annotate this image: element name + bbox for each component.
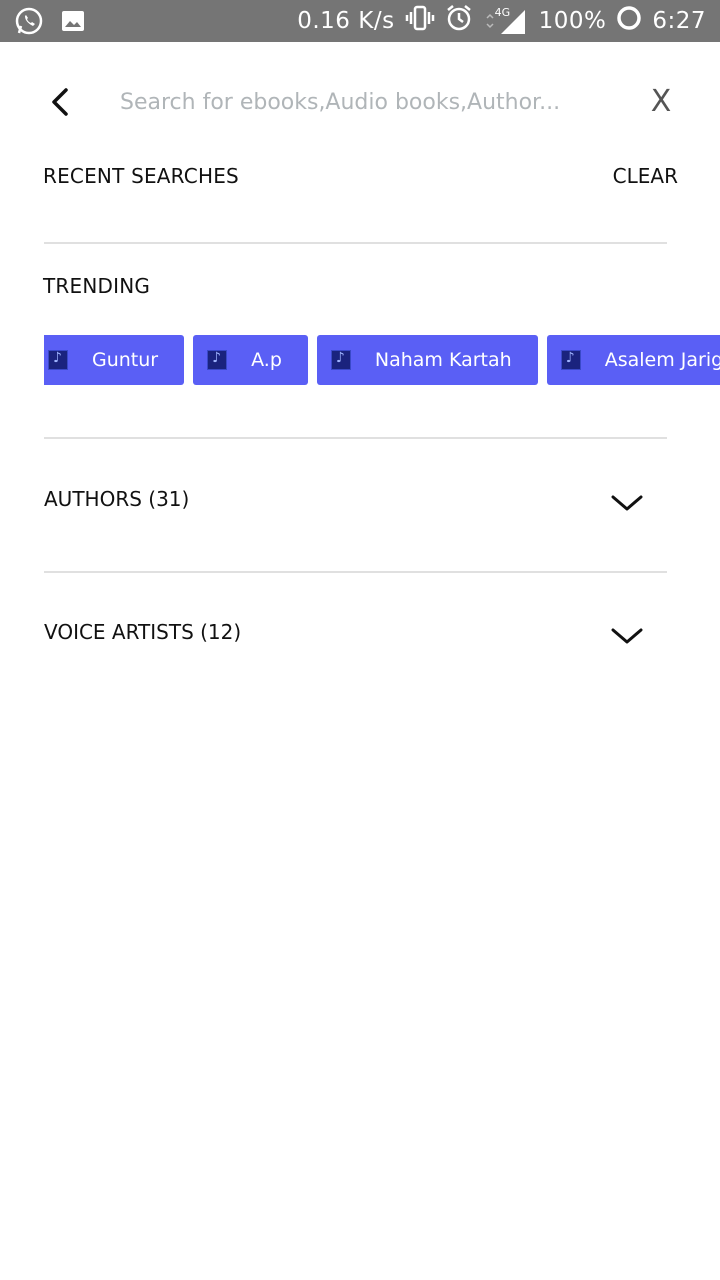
audiobook-icon: [560, 350, 581, 370]
vibrate-icon: [405, 5, 435, 38]
status-bar: 0.16 K/s 4G 100% 6:27: [0, 0, 720, 42]
whatsapp-icon: [14, 6, 44, 41]
clear-button[interactable]: CLEAR: [613, 164, 678, 188]
clock: 6:27: [652, 8, 706, 34]
chevron-left-icon: [44, 88, 80, 126]
image-icon: [60, 8, 86, 39]
trending-chip[interactable]: Naham Kartah: [316, 335, 538, 385]
battery-level: 100%: [538, 8, 607, 34]
recent-searches-title: RECENT SEARCHES: [43, 164, 239, 188]
alarm-icon: [445, 4, 473, 39]
divider: [44, 242, 667, 244]
close-button[interactable]: X: [644, 82, 678, 122]
trending-title: TRENDING: [43, 274, 151, 298]
trending-chip[interactable]: Guntur: [44, 335, 185, 385]
chip-label: A.p: [251, 349, 282, 371]
notification-icons: [14, 6, 86, 41]
trending-chip[interactable]: Asalem Jarigin: [546, 335, 720, 385]
chevron-down-icon: [610, 626, 644, 646]
search-input[interactable]: [120, 80, 590, 124]
divider: [44, 571, 667, 573]
authors-label: AUTHORS (31): [44, 487, 190, 511]
battery-icon: [616, 5, 642, 38]
chip-label: Guntur: [92, 349, 159, 371]
voice-artists-label: VOICE ARTISTS (12): [44, 620, 242, 644]
system-status: 0.16 K/s 4G 100% 6:27: [297, 0, 706, 42]
trending-chips[interactable]: Guntur A.p Naham Kartah Asalem Jarigin: [44, 335, 720, 385]
voice-artists-expander[interactable]: VOICE ARTISTS (12): [44, 620, 667, 680]
audiobook-icon: [207, 350, 228, 370]
audiobook-icon: [330, 350, 351, 370]
divider: [44, 437, 667, 439]
chip-label: Asalem Jarigin: [604, 349, 720, 371]
back-button[interactable]: [44, 82, 80, 122]
net-speed: 0.16 K/s: [297, 8, 395, 34]
trending-chip[interactable]: A.p: [193, 335, 308, 385]
chip-label: Naham Kartah: [374, 349, 512, 371]
authors-expander[interactable]: AUTHORS (31): [44, 487, 667, 547]
audiobook-icon: [48, 350, 68, 370]
chevron-down-icon: [610, 493, 644, 513]
signal-icon: 4G: [483, 6, 529, 36]
